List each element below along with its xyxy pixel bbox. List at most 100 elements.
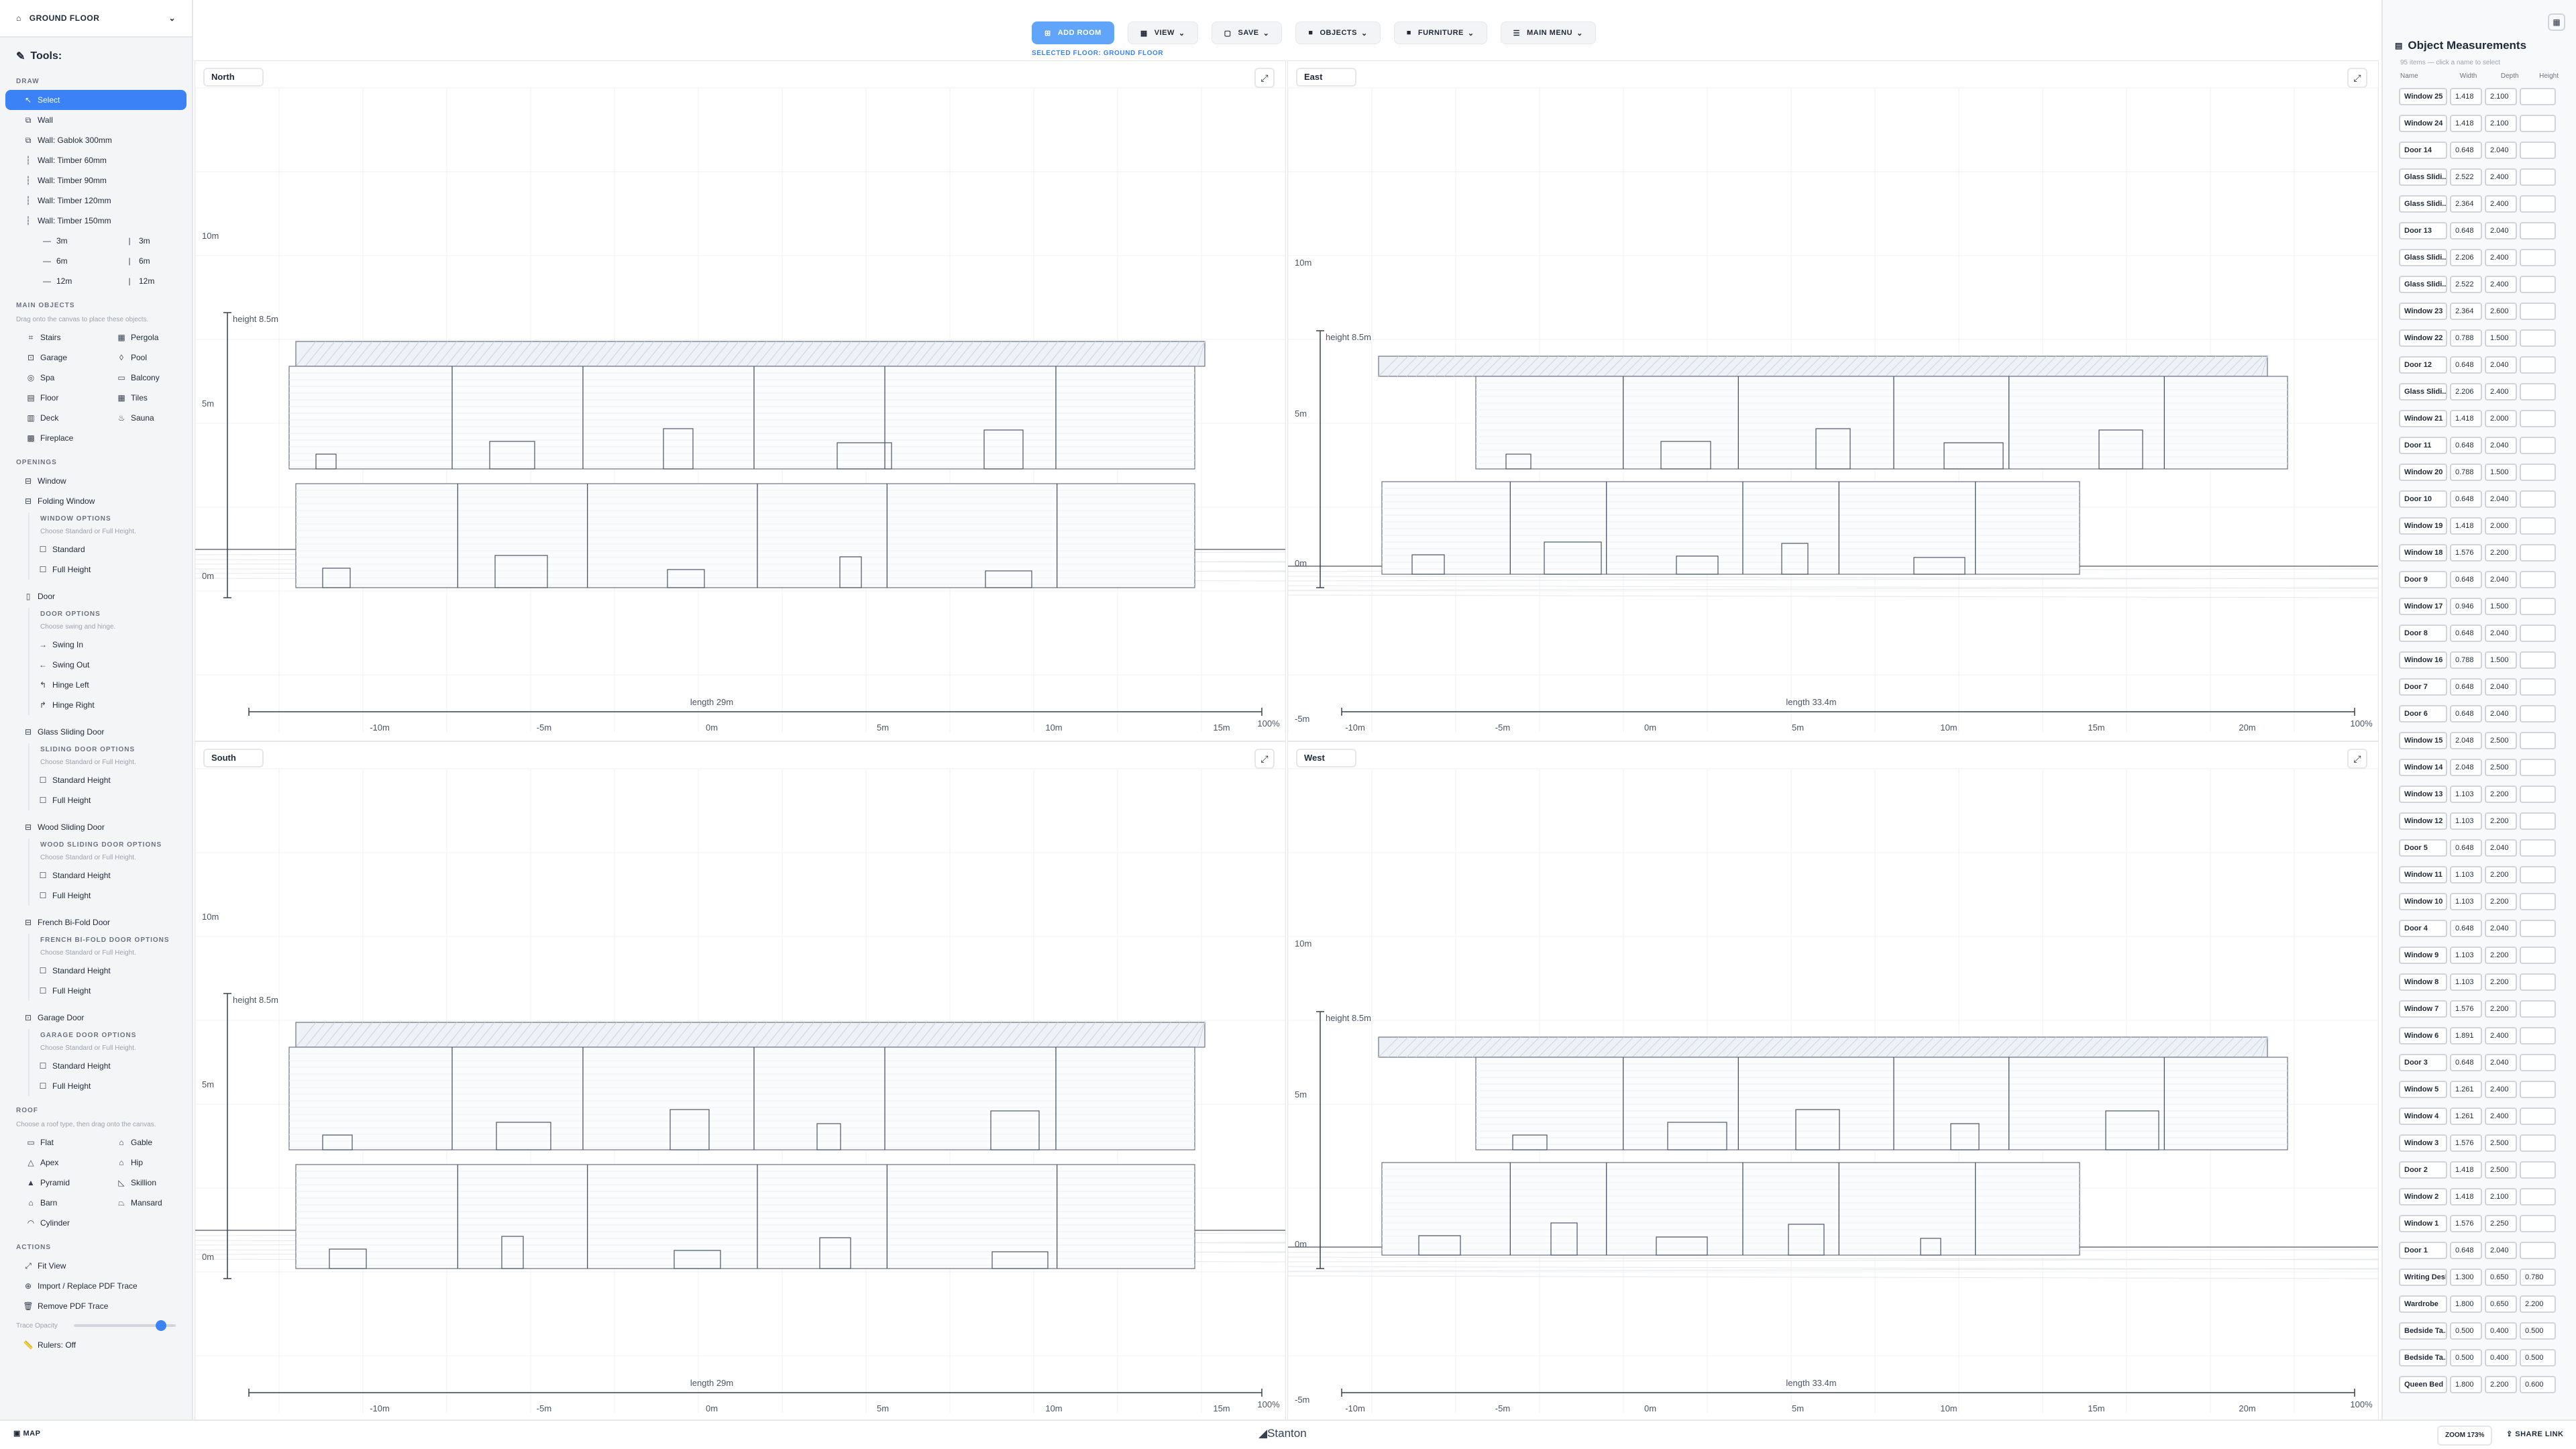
wood-option-standard-height[interactable]: ☐ Standard Height [34, 865, 192, 885]
depth-field[interactable]: 2.100 [2485, 115, 2517, 132]
add-room-button[interactable]: ⊞ ADD ROOM [1032, 21, 1114, 44]
expand-icon[interactable]: ⤢ [1254, 749, 1275, 769]
depth-field[interactable]: 2.040 [2485, 920, 2517, 937]
height-field[interactable]: 0.780 [2520, 1269, 2556, 1286]
roof-pyramid[interactable]: ▲ Pyramid [8, 1173, 93, 1193]
depth-field[interactable]: 2.400 [2485, 383, 2517, 400]
object-stairs[interactable]: ⌗ Stairs [8, 327, 93, 347]
object-name-field[interactable]: Window 16 [2399, 651, 2447, 669]
object-name-field[interactable]: Door 6 [2399, 705, 2447, 722]
object-deck[interactable]: ▥ Deck [8, 408, 93, 428]
depth-field[interactable]: 1.500 [2485, 329, 2517, 347]
width-field[interactable]: 1.576 [2450, 1000, 2482, 1018]
roof-barn[interactable]: ⌂ Barn [8, 1193, 93, 1213]
width-field[interactable]: 0.648 [2450, 490, 2482, 508]
height-field[interactable] [2520, 88, 2556, 105]
height-field[interactable] [2520, 866, 2556, 883]
depth-field[interactable]: 2.200 [2485, 866, 2517, 883]
expand-icon[interactable]: ⤢ [2347, 68, 2367, 88]
roof-apex[interactable]: △ Apex [8, 1152, 93, 1173]
width-field[interactable]: 0.648 [2450, 222, 2482, 239]
zoom-indicator[interactable]: ZOOM 173% [2437, 1426, 2493, 1446]
tool-wall-timber-120[interactable]: ┆ Wall: Timber 120mm [5, 191, 186, 211]
opening-french-bifold-door[interactable]: ⊟ French Bi-Fold Door [5, 912, 186, 932]
width-field[interactable]: 1.576 [2450, 1215, 2482, 1232]
object-name-field[interactable]: Glass Slidi... [2399, 195, 2447, 213]
door-option-hinge-left[interactable]: ↰ Hinge Left [34, 675, 192, 695]
width-field[interactable]: 1.103 [2450, 786, 2482, 803]
elevation-panel-south[interactable]: 10m 5m 0m height 8.5m length 29m -10m -5m 0m 5m 1… [195, 741, 1286, 1422]
tool-select[interactable]: ↖ Select [5, 90, 186, 110]
height-field[interactable]: 0.500 [2520, 1349, 2556, 1366]
depth-field[interactable]: 2.500 [2485, 1161, 2517, 1179]
depth-field[interactable]: 2.040 [2485, 1054, 2517, 1071]
height-field[interactable] [2520, 249, 2556, 266]
width-field[interactable]: 1.418 [2450, 88, 2482, 105]
height-field[interactable] [2520, 1161, 2556, 1179]
width-field[interactable]: 1.891 [2450, 1027, 2482, 1044]
width-field[interactable]: 1.103 [2450, 947, 2482, 964]
height-field[interactable] [2520, 544, 2556, 561]
expand-icon[interactable]: ⤢ [1254, 68, 1275, 88]
width-field[interactable]: 1.418 [2450, 1188, 2482, 1205]
object-name-field[interactable]: Door 7 [2399, 678, 2447, 696]
height-field[interactable] [2520, 920, 2556, 937]
depth-field[interactable]: 2.040 [2485, 625, 2517, 642]
expand-icon[interactable]: ⤢ [2347, 749, 2367, 769]
roof-hip[interactable]: ⌂ Hip [99, 1152, 184, 1173]
width-field[interactable]: 2.206 [2450, 383, 2482, 400]
depth-field[interactable]: 2.000 [2485, 517, 2517, 535]
roof-skillion[interactable]: ◺ Skillion [99, 1173, 184, 1193]
width-field[interactable]: 0.648 [2450, 625, 2482, 642]
french-option-standard-height[interactable]: ☐ Standard Height [34, 961, 192, 981]
height-field[interactable] [2520, 517, 2556, 535]
width-field[interactable]: 0.788 [2450, 651, 2482, 669]
width-field[interactable]: 0.648 [2450, 142, 2482, 159]
object-name-field[interactable]: Window 19 [2399, 517, 2447, 535]
width-field[interactable]: 1.103 [2450, 812, 2482, 830]
depth-field[interactable]: 2.040 [2485, 437, 2517, 454]
height-field[interactable] [2520, 437, 2556, 454]
height-field[interactable]: 0.500 [2520, 1322, 2556, 1340]
width-field[interactable]: 1.418 [2450, 410, 2482, 427]
height-field[interactable] [2520, 812, 2556, 830]
object-name-field[interactable]: Glass Slidi... [2399, 249, 2447, 266]
french-option-full-height[interactable]: ☐ Full Height [34, 981, 192, 1001]
depth-field[interactable]: 2.400 [2485, 249, 2517, 266]
length-h-6m[interactable]: — 6m [24, 251, 101, 271]
depth-field[interactable]: 2.200 [2485, 947, 2517, 964]
elevation-panel-east[interactable]: 10m 5m 0m -5m height 8.5m length 33.4m -10m -5m… [1287, 60, 2379, 741]
height-field[interactable] [2520, 1000, 2556, 1018]
object-name-field[interactable]: Window 8 [2399, 973, 2447, 991]
width-field[interactable]: 2.522 [2450, 276, 2482, 293]
height-field[interactable] [2520, 1188, 2556, 1205]
object-name-field[interactable]: Window 2 [2399, 1188, 2447, 1205]
length-h-3m[interactable]: — 3m [24, 231, 101, 251]
object-balcony[interactable]: ▭ Balcony [99, 368, 184, 388]
object-name-field[interactable]: Door 10 [2399, 490, 2447, 508]
depth-field[interactable]: 2.040 [2485, 222, 2517, 239]
depth-field[interactable]: 1.500 [2485, 651, 2517, 669]
width-field[interactable]: 0.648 [2450, 920, 2482, 937]
height-field[interactable] [2520, 142, 2556, 159]
depth-field[interactable]: 2.400 [2485, 1027, 2517, 1044]
object-name-field[interactable]: Glass Slidi... [2399, 276, 2447, 293]
depth-field[interactable]: 0.400 [2485, 1349, 2517, 1366]
height-field[interactable] [2520, 303, 2556, 320]
height-field[interactable] [2520, 839, 2556, 857]
height-field[interactable] [2520, 168, 2556, 186]
height-field[interactable] [2520, 1027, 2556, 1044]
door-option-swing-out[interactable]: ← Swing Out [34, 655, 192, 675]
length-h-12m[interactable]: — 12m [24, 271, 101, 291]
width-field[interactable]: 0.648 [2450, 437, 2482, 454]
object-fireplace[interactable]: ▩ Fireplace [8, 428, 93, 448]
opening-folding-window[interactable]: ⊟ Folding Window [5, 491, 186, 511]
object-pool[interactable]: ◊ Pool [99, 347, 184, 368]
width-field[interactable]: 0.648 [2450, 705, 2482, 722]
height-field[interactable] [2520, 947, 2556, 964]
width-field[interactable]: 1.300 [2450, 1269, 2482, 1286]
tool-wall-gablok[interactable]: ⧉ Wall: Gablok 300mm [5, 130, 186, 150]
wood-option-full-height[interactable]: ☐ Full Height [34, 885, 192, 906]
save-menu-button[interactable]: ▢ SAVE ⌄ [1211, 21, 1283, 44]
height-field[interactable] [2520, 1215, 2556, 1232]
